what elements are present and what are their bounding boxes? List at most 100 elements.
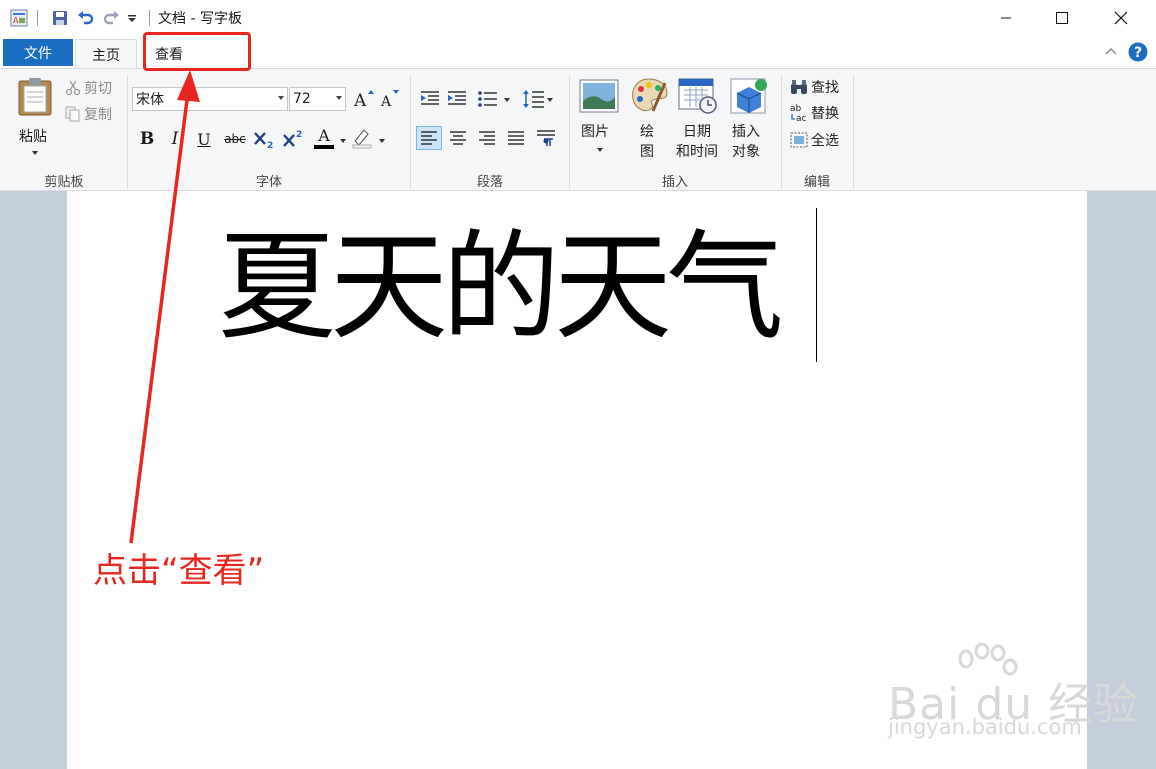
select-all-icon: [790, 132, 808, 148]
line-spacing-dropdown-icon[interactable]: [547, 98, 553, 102]
annotation-arrow: [129, 70, 200, 544]
find-label: 查找: [811, 80, 839, 96]
binoculars-icon: [791, 80, 807, 94]
find-button[interactable]: 查找: [790, 77, 839, 97]
svg-text:ab: ab: [790, 104, 802, 114]
group-separator: [569, 75, 570, 189]
editing-group-label: 编辑: [803, 175, 830, 190]
replace-icon: abac: [790, 104, 807, 123]
calendar-clock-icon: [678, 78, 717, 114]
replace-button[interactable]: ab ac 替换: [790, 103, 839, 123]
svg-text:2: 2: [296, 130, 302, 140]
grow-font-icon[interactable]: A: [352, 87, 376, 109]
group-separator: [781, 75, 782, 189]
undo-icon[interactable]: [77, 9, 95, 27]
paste-label: 粘贴: [19, 129, 47, 145]
redo-icon[interactable]: [102, 9, 120, 27]
cut-label: 剪切: [84, 81, 112, 97]
font-color-swatch: [314, 144, 334, 149]
svg-text:?: ?: [1134, 45, 1142, 61]
paragraph-settings-icon[interactable]: [534, 127, 558, 149]
svg-text:2: 2: [267, 141, 273, 150]
paint-label-line1: 绘: [640, 124, 654, 140]
copy-button[interactable]: 复制: [65, 104, 112, 124]
wordpad-app-icon[interactable]: A: [10, 9, 28, 27]
font-color-glyph: A: [318, 125, 330, 145]
minimize-button[interactable]: [978, 0, 1034, 36]
window-title: 文档 - 写字板: [158, 11, 242, 27]
font-family-dropdown-icon: [278, 96, 284, 100]
align-right-icon[interactable]: [475, 127, 499, 149]
insert-group-label: 插入: [661, 175, 688, 190]
line-spacing-icon[interactable]: [520, 88, 548, 110]
group-separator: [410, 75, 411, 189]
insert-object-icon: [730, 78, 767, 114]
scissors-icon: [65, 80, 81, 96]
text-caret: [816, 208, 817, 362]
minimize-ribbon-icon[interactable]: [1104, 44, 1118, 62]
date-time-label-line2: 和时间: [676, 144, 718, 160]
annotation-text: 点击“查看”: [93, 551, 265, 591]
group-separator: [853, 75, 854, 189]
paste-button[interactable]: 粘贴: [15, 75, 57, 159]
titlebar-separator: [37, 10, 38, 26]
justify-icon[interactable]: [504, 127, 528, 149]
save-icon[interactable]: [51, 9, 69, 27]
picture-label: 图片: [581, 124, 609, 140]
insert-object-label-line1: 插入: [732, 124, 760, 140]
svg-text:ac: ac: [796, 114, 807, 123]
copy-label: 复制: [84, 107, 112, 123]
align-left-icon[interactable]: [416, 126, 442, 150]
paragraph-group-label: 段落: [476, 175, 503, 190]
font-size-value: 72: [293, 91, 311, 107]
align-center-icon[interactable]: [446, 127, 470, 149]
svg-text:A: A: [380, 94, 392, 108]
titlebar-separator: [149, 10, 150, 26]
bullet-dropdown-icon[interactable]: [504, 98, 510, 102]
paste-dropdown-icon: [32, 151, 38, 155]
highlighter-icon[interactable]: [350, 127, 374, 149]
strikethrough-button[interactable]: abc: [222, 128, 248, 150]
copy-icon: [65, 106, 80, 122]
increase-indent-icon[interactable]: [445, 88, 469, 110]
select-all-label: 全选: [811, 133, 839, 149]
decrease-indent-icon[interactable]: [418, 88, 442, 110]
close-icon: [1114, 11, 1128, 25]
shrink-font-icon[interactable]: A: [378, 87, 402, 109]
title-bar: A 文档 - 写字板: [0, 0, 1156, 36]
date-time-label-line1: 日期: [683, 124, 711, 140]
cut-button[interactable]: 剪切: [65, 78, 112, 98]
svg-text:A: A: [353, 91, 367, 108]
replace-label: 替换: [811, 106, 839, 122]
picture-icon: [579, 79, 619, 113]
minimize-icon: [1001, 17, 1011, 19]
picture-dropdown-icon: [597, 148, 603, 152]
highlight-dropdown-icon[interactable]: [379, 139, 385, 143]
close-button[interactable]: [1093, 0, 1149, 36]
paint-label-line2: 图: [640, 144, 654, 160]
insert-object-label-line2: 对象: [732, 144, 760, 160]
clipboard-icon: [18, 78, 52, 116]
paint-drawing-button[interactable]: 绘 图: [628, 75, 670, 165]
font-size-select[interactable]: 72: [289, 87, 346, 111]
tab-file[interactable]: 文件: [3, 39, 73, 66]
bullet-list-icon[interactable]: [475, 88, 503, 110]
font-color-button[interactable]: A: [311, 127, 337, 149]
font-color-dropdown-icon[interactable]: [340, 139, 346, 143]
superscript-icon[interactable]: 2: [281, 128, 305, 150]
help-icon[interactable]: ?: [1128, 42, 1148, 66]
watermark-url: jingyan.baidu.com: [888, 715, 1082, 739]
font-size-dropdown-icon: [336, 96, 342, 100]
subscript-icon[interactable]: 2: [252, 128, 276, 150]
select-all-button[interactable]: 全选: [790, 130, 839, 150]
document-text[interactable]: 夏天的天气: [218, 212, 784, 362]
maximize-icon: [1056, 12, 1068, 24]
customize-quick-access-icon[interactable]: [125, 9, 139, 27]
picture-button[interactable]: 图片: [575, 75, 623, 165]
insert-object-button[interactable]: 插入 对象: [726, 75, 772, 165]
svg-text:A: A: [13, 16, 19, 25]
clipboard-group-label: 剪贴板: [44, 175, 84, 190]
paint-palette-icon: [632, 78, 668, 112]
date-time-button[interactable]: 日期 和时间: [674, 75, 722, 165]
maximize-button[interactable]: [1034, 0, 1090, 36]
